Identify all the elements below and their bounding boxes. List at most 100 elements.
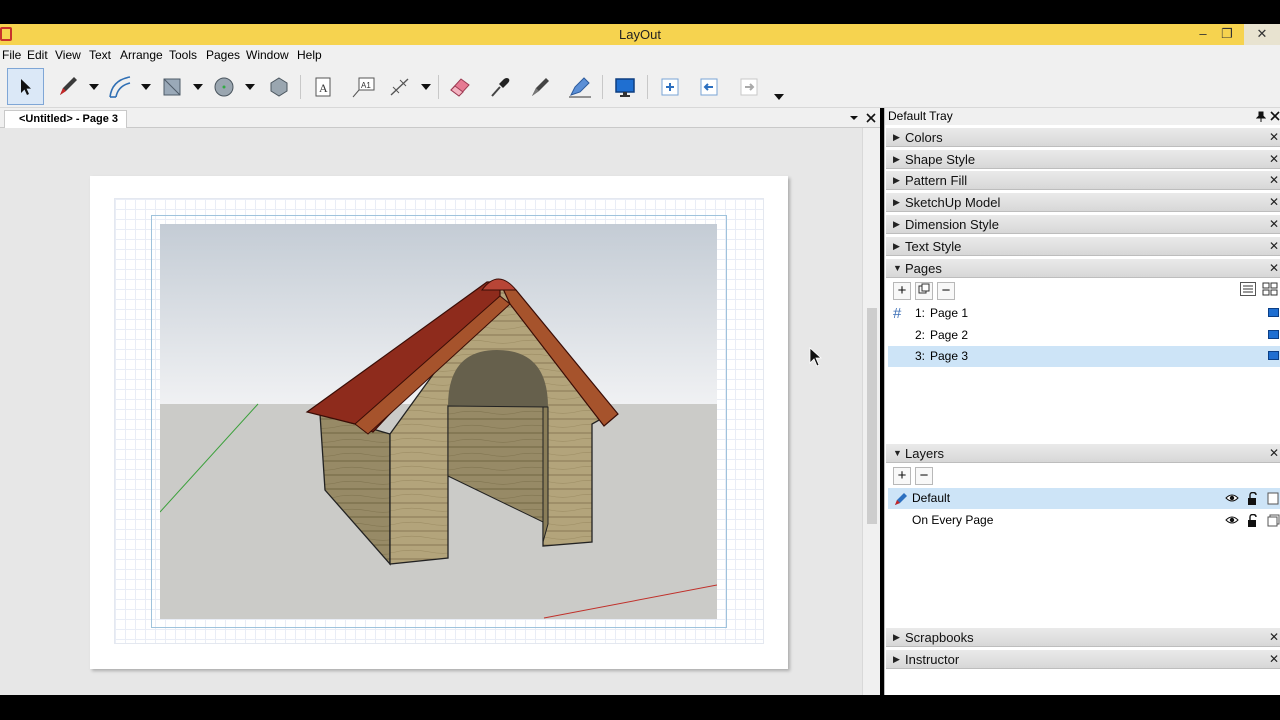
bottom-letterbox	[0, 695, 1280, 720]
shared-layer-icon[interactable]	[1267, 514, 1280, 527]
panel-sketchup-model-header[interactable]: ▶ SketchUp Model ✕	[886, 192, 1280, 212]
page-number-hash-icon[interactable]: #	[893, 303, 901, 324]
panel-close-icon[interactable]: ✕	[1269, 128, 1279, 147]
panel-pages-label: Pages	[905, 261, 942, 276]
next-page-icon[interactable]	[733, 71, 765, 103]
expand-triangle-icon: ▶	[893, 241, 900, 251]
show-in-presentation-icon[interactable]	[1268, 308, 1279, 317]
eye-icon[interactable]	[1225, 515, 1239, 525]
page-name: Page 3	[930, 349, 969, 363]
panel-colors-header[interactable]: ▶ Colors ✕	[886, 127, 1280, 147]
unlock-icon[interactable]	[1247, 514, 1259, 527]
arc-icon[interactable]	[104, 71, 136, 103]
menu-tools[interactable]: Tools	[169, 48, 197, 62]
restore-button[interactable]: ❐	[1214, 24, 1240, 45]
panel-close-icon[interactable]: ✕	[1269, 650, 1279, 669]
scrollbar-thumb[interactable]	[867, 308, 877, 524]
panel-close-icon[interactable]: ✕	[1269, 444, 1279, 463]
panel-close-icon[interactable]: ✕	[1269, 628, 1279, 647]
select-arrow-icon[interactable]	[7, 68, 44, 105]
delete-layer-button[interactable]: −	[915, 467, 933, 485]
toolbar-overflow-chevron-icon[interactable]	[773, 91, 785, 103]
panel-close-icon[interactable]: ✕	[1269, 259, 1279, 278]
rectangle-dropdown-chevron-icon[interactable]	[192, 81, 204, 93]
panel-instructor-header[interactable]: ▶ Instructor ✕	[886, 649, 1280, 669]
rectangle-icon[interactable]	[156, 71, 188, 103]
page-number: 2:	[915, 328, 926, 342]
eraser-icon[interactable]	[444, 71, 476, 103]
document-page[interactable]	[90, 176, 788, 669]
arc-dropdown-chevron-icon[interactable]	[140, 81, 152, 93]
unlock-icon[interactable]	[1247, 492, 1259, 505]
menu-window[interactable]: Window	[246, 48, 289, 62]
tray-close-icon[interactable]	[1270, 111, 1280, 121]
thumbnail-view-button[interactable]	[1261, 282, 1279, 300]
list-view-button[interactable]	[1239, 282, 1257, 300]
page-list-item[interactable]: # 1: Page 1	[888, 303, 1280, 324]
sketchup-model-viewport[interactable]	[160, 224, 717, 619]
delete-page-button[interactable]: −	[937, 282, 955, 300]
style-pen-icon[interactable]	[524, 71, 556, 103]
menu-edit[interactable]: Edit	[27, 48, 48, 62]
panel-pattern-fill-header[interactable]: ▶ Pattern Fill ✕	[886, 170, 1280, 190]
panel-close-icon[interactable]: ✕	[1269, 215, 1279, 234]
close-button[interactable]: ✕	[1244, 24, 1280, 45]
expand-triangle-icon: ▶	[893, 154, 900, 164]
document-tab[interactable]: <Untitled> - Page 3	[4, 110, 128, 128]
layer-list-item[interactable]: On Every Page	[888, 510, 1280, 531]
label-icon[interactable]: A1	[348, 71, 380, 103]
panel-shape-style-label: Shape Style	[905, 152, 976, 167]
menu-pages[interactable]: Pages	[206, 48, 240, 62]
dimension-dropdown-chevron-icon[interactable]	[420, 81, 432, 93]
text-icon[interactable]: A	[307, 71, 339, 103]
panel-instructor-label: Instructor	[905, 652, 960, 667]
panel-text-style-header[interactable]: ▶ Text Style ✕	[886, 236, 1280, 256]
shared-layer-icon[interactable]	[1267, 492, 1279, 505]
circle-icon[interactable]	[208, 71, 240, 103]
menu-view[interactable]: View	[55, 48, 81, 62]
panel-close-icon[interactable]: ✕	[1269, 150, 1279, 169]
duplicate-page-button[interactable]	[915, 282, 933, 300]
dimension-icon[interactable]	[385, 71, 417, 103]
show-in-presentation-icon[interactable]	[1268, 330, 1279, 339]
menu-file[interactable]: File	[2, 48, 21, 62]
panel-layers-header[interactable]: ▼ Layers ✕	[886, 443, 1280, 463]
previous-page-icon[interactable]	[693, 71, 725, 103]
document-vertical-scrollbar[interactable]	[862, 128, 880, 695]
menu-text[interactable]: Text	[89, 48, 111, 62]
add-page-icon[interactable]	[654, 71, 686, 103]
panel-dimension-style-header[interactable]: ▶ Dimension Style ✕	[886, 214, 1280, 234]
layer-list-item-selected[interactable]: Default	[888, 488, 1280, 509]
pencil-dropdown-chevron-icon[interactable]	[88, 81, 100, 93]
tab-list-chevron-icon[interactable]	[849, 113, 859, 123]
add-page-button[interactable]: +	[893, 282, 911, 300]
presentation-icon[interactable]	[609, 71, 641, 103]
collapse-triangle-icon: ▼	[893, 263, 902, 273]
expand-triangle-icon: ▶	[893, 219, 900, 229]
panel-shape-style-header[interactable]: ▶ Shape Style ✕	[886, 149, 1280, 169]
toolbar-separator	[438, 75, 439, 99]
page-list-item[interactable]: 2: Page 2	[888, 325, 1280, 346]
polygon-icon[interactable]	[263, 71, 295, 103]
menu-help[interactable]: Help	[297, 48, 322, 62]
page-list-item-selected[interactable]: 3: Page 3	[888, 346, 1280, 367]
show-in-presentation-icon[interactable]	[1268, 351, 1279, 360]
panel-close-icon[interactable]: ✕	[1269, 193, 1279, 212]
eyedropper-icon[interactable]	[484, 71, 516, 103]
menu-arrange[interactable]: Arrange	[120, 48, 163, 62]
circle-dropdown-chevron-icon[interactable]	[244, 81, 256, 93]
pencil-icon[interactable]	[52, 71, 84, 103]
split-icon[interactable]	[564, 71, 596, 103]
thumbnail-view-icon	[1262, 282, 1278, 296]
tab-close-icon[interactable]	[866, 113, 876, 123]
mouse-cursor-icon	[809, 347, 823, 367]
panel-pages-header[interactable]: ▼ Pages ✕	[886, 258, 1280, 278]
minimize-button[interactable]: –	[1190, 24, 1216, 45]
panel-close-icon[interactable]: ✕	[1269, 237, 1279, 256]
panel-scrapbooks-header[interactable]: ▶ Scrapbooks ✕	[886, 627, 1280, 647]
eye-icon[interactable]	[1225, 493, 1239, 503]
add-layer-button[interactable]: +	[893, 467, 911, 485]
expand-triangle-icon: ▶	[893, 632, 900, 642]
pin-icon[interactable]	[1256, 111, 1266, 122]
panel-close-icon[interactable]: ✕	[1269, 171, 1279, 190]
